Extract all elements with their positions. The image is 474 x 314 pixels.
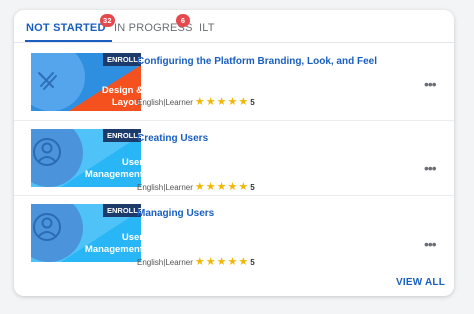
view-all-link[interactable]: VIEW ALL — [396, 277, 445, 288]
course-thumbnail: ENROLLED User Management — [31, 204, 141, 262]
more-options-icon[interactable]: ••• — [424, 237, 437, 251]
rating-value: 5 — [250, 182, 255, 192]
star-icon: ★ — [238, 256, 249, 268]
language-label: English — [137, 97, 164, 107]
count-badge: 6 — [176, 14, 190, 27]
star-icon: ★ — [216, 181, 227, 193]
star-icon: ★ — [205, 181, 216, 193]
tab-not-started[interactable]: NOT STARTED 32 — [25, 14, 115, 42]
thumbnail-caption-line1: Design & — [101, 85, 141, 96]
star-icon: ★ — [227, 256, 238, 268]
more-options-icon[interactable]: ••• — [424, 161, 437, 175]
star-icon: ★ — [238, 96, 249, 108]
course-row[interactable]: ENROLLED User Management Managing Users … — [14, 196, 454, 271]
thumbnail-caption: User Management — [85, 232, 141, 256]
thumbnail-caption: User Management — [85, 157, 141, 181]
language-label: English — [137, 182, 164, 192]
tab-bar: NOT STARTED 32 IN PROGRESS 6 ILT — [14, 10, 454, 43]
course-thumbnail: ENROLLED User Management — [31, 129, 141, 187]
star-icon: ★ — [205, 256, 216, 268]
tab-label: ILT — [199, 22, 215, 34]
course-row[interactable]: ENROLLED User Management Creating Users … — [14, 121, 454, 196]
thumbnail-caption-line2: Management — [84, 169, 141, 180]
course-meta: English | Learner ★ ★ ★ ★ ★ 5 — [137, 181, 255, 193]
star-icon: ★ — [194, 256, 205, 268]
star-rating: ★ ★ ★ ★ ★ — [194, 96, 249, 108]
thumbnail-caption-line2: Management — [84, 244, 141, 255]
star-icon: ★ — [194, 181, 205, 193]
course-row[interactable]: ENROLLED Design & Layout Configuring the… — [14, 45, 454, 120]
course-title[interactable]: Creating Users — [137, 133, 208, 144]
enrolled-badge: ENROLLED — [103, 204, 141, 217]
course-meta: English | Learner ★ ★ ★ ★ ★ 5 — [137, 96, 255, 108]
audience-label: Learner — [165, 182, 193, 192]
star-icon: ★ — [227, 96, 238, 108]
star-icon: ★ — [216, 96, 227, 108]
star-icon: ★ — [238, 181, 249, 193]
thumbnail-caption-line1: User — [121, 232, 141, 243]
more-options-icon[interactable]: ••• — [424, 77, 437, 91]
course-title[interactable]: Managing Users — [137, 208, 214, 219]
star-rating: ★ ★ ★ ★ ★ — [194, 256, 249, 268]
tab-ilt[interactable]: ILT — [199, 22, 215, 42]
course-thumbnail: ENROLLED Design & Layout — [31, 53, 141, 111]
enrolled-badge: ENROLLED — [103, 53, 141, 66]
star-icon: ★ — [205, 96, 216, 108]
audience-label: Learner — [165, 97, 193, 107]
thumbnail-caption: Design & Layout — [102, 85, 141, 109]
courses-widget: NOT STARTED 32 IN PROGRESS 6 ILT ENROLLE… — [14, 10, 454, 296]
enrolled-badge: ENROLLED — [103, 129, 141, 142]
course-title[interactable]: Configuring the Platform Branding, Look,… — [137, 56, 377, 67]
language-label: English — [137, 257, 164, 267]
star-icon: ★ — [227, 181, 238, 193]
star-icon: ★ — [216, 256, 227, 268]
tab-in-progress[interactable]: IN PROGRESS 6 — [114, 14, 193, 42]
course-meta: English | Learner ★ ★ ★ ★ ★ 5 — [137, 256, 255, 268]
active-tab-indicator — [25, 40, 112, 42]
tab-label: NOT STARTED — [26, 22, 106, 34]
thumbnail-caption-line1: User — [121, 157, 141, 168]
rating-value: 5 — [250, 257, 255, 267]
star-icon: ★ — [194, 96, 205, 108]
thumbnail-caption-line2: Layout — [111, 97, 141, 108]
audience-label: Learner — [165, 257, 193, 267]
count-badge: 32 — [100, 14, 115, 27]
star-rating: ★ ★ ★ ★ ★ — [194, 181, 249, 193]
rating-value: 5 — [250, 97, 255, 107]
